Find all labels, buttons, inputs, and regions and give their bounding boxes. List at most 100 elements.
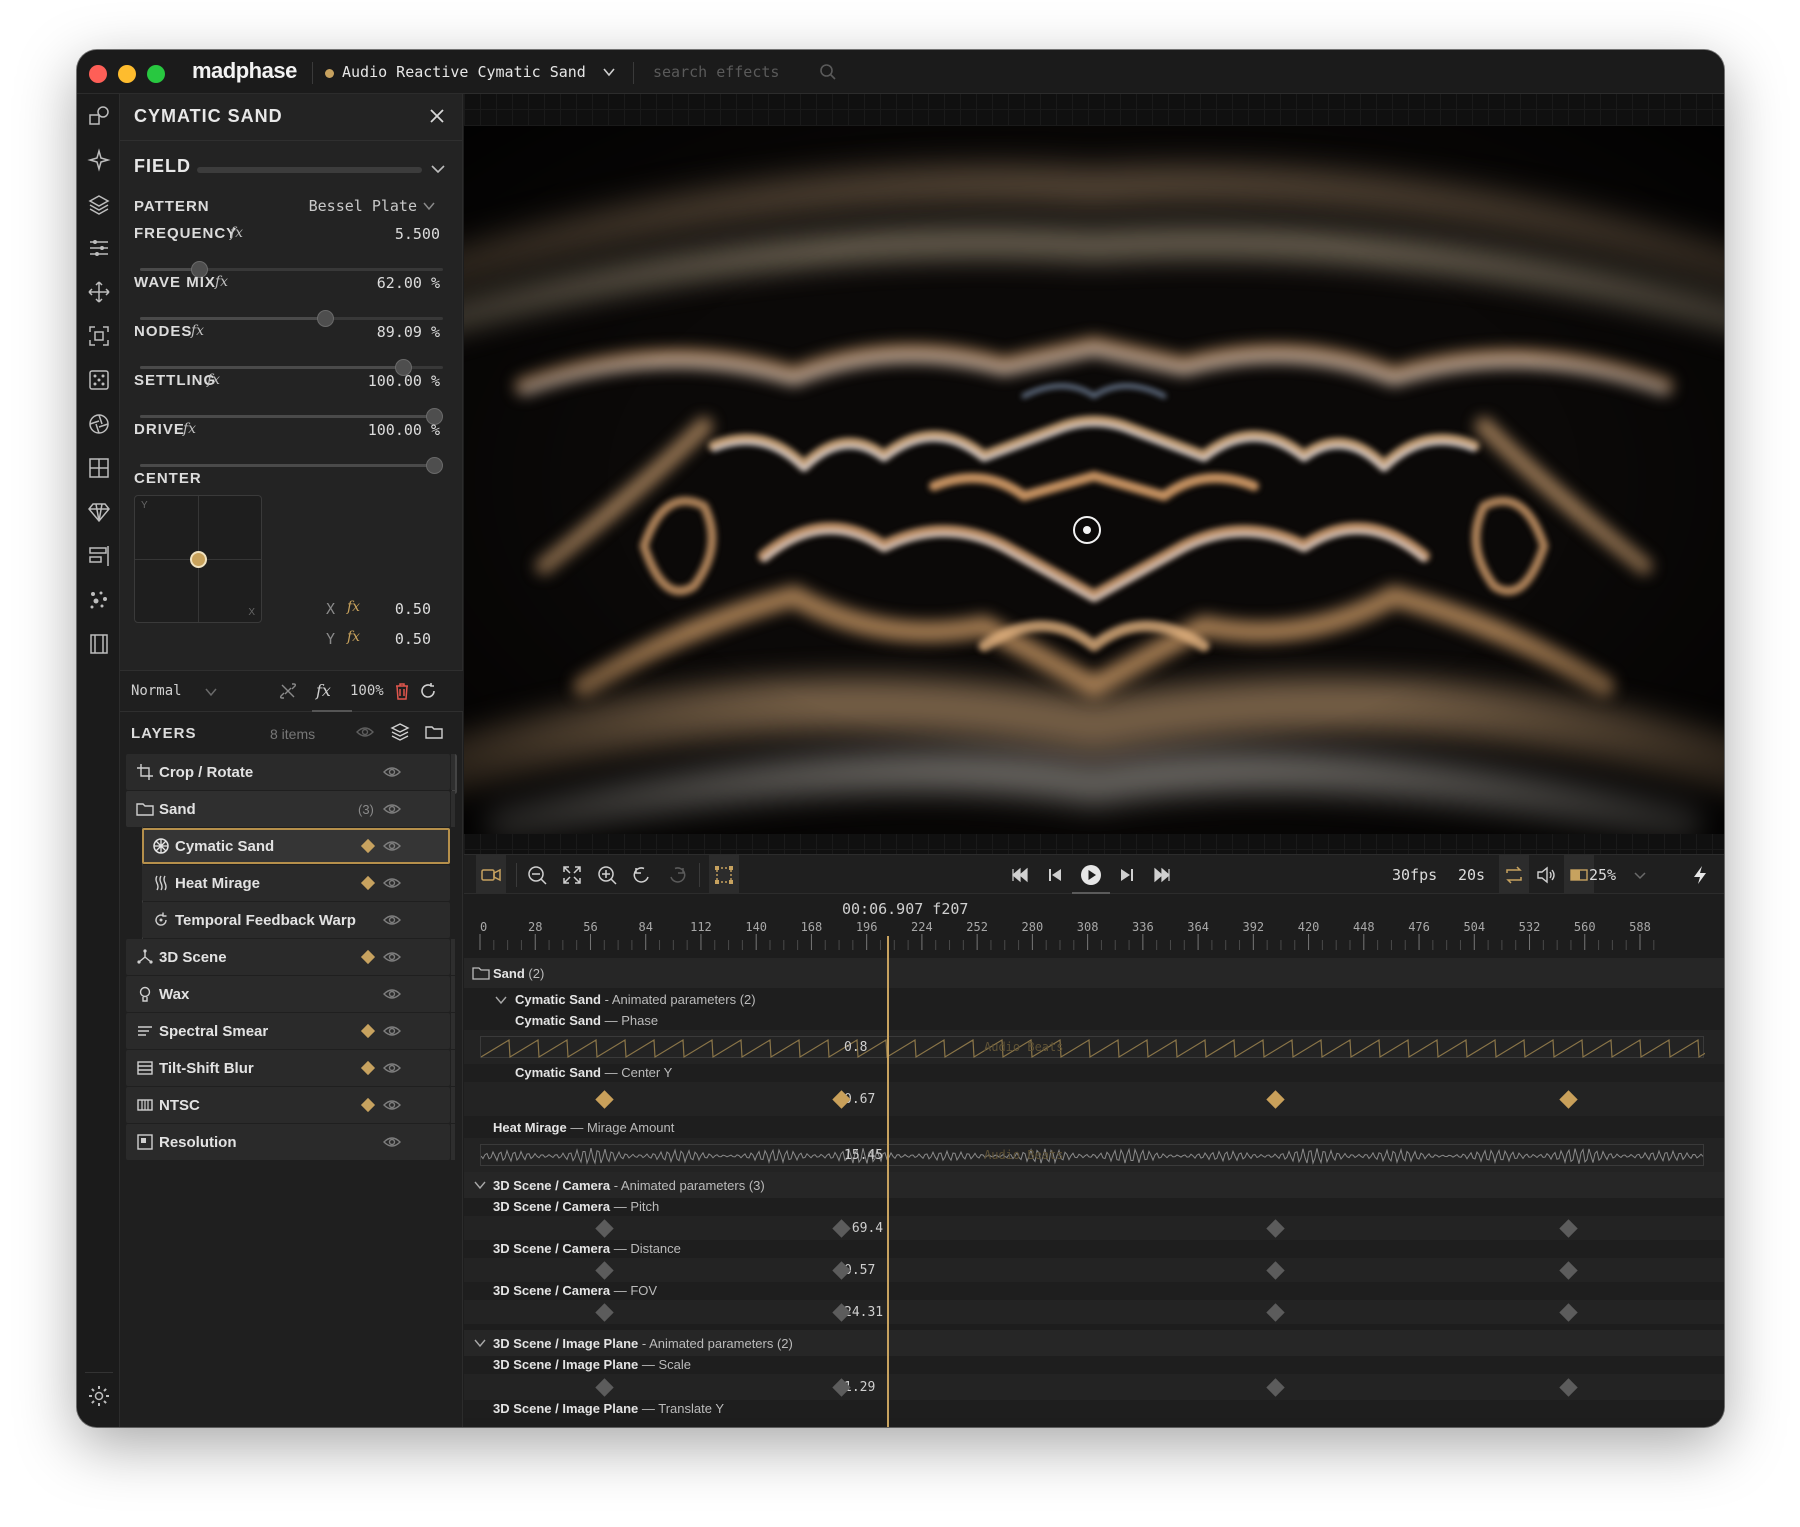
keyframe-diamond[interactable] xyxy=(1559,1302,1579,1322)
slider-knob[interactable] xyxy=(317,310,335,327)
sparkle-icon[interactable] xyxy=(87,148,111,172)
track-subgroup-cymatic[interactable]: Cymatic Sand - Animated parameters (2) xyxy=(464,988,1724,1012)
layer-wax[interactable]: Wax xyxy=(126,976,455,1012)
keyframe-diamond-icon[interactable] xyxy=(360,1060,376,1076)
audio-beats-lane[interactable] xyxy=(480,1036,1724,1059)
eye-icon[interactable] xyxy=(382,948,402,966)
close-window-button[interactable] xyxy=(89,65,107,83)
skip-to-end-icon[interactable] xyxy=(1151,864,1173,886)
track-lane-center-y[interactable]: 0.67 xyxy=(464,1082,1724,1116)
keyframe-diamond[interactable] xyxy=(595,1089,614,1109)
shapes-icon[interactable] xyxy=(87,104,111,128)
transform-box-icon[interactable] xyxy=(713,864,735,886)
center-y-value[interactable]: 0.50 xyxy=(395,630,431,648)
slider-knob[interactable] xyxy=(426,457,443,474)
track-lane-mirage-amount[interactable]: Audio Beats 15.45 xyxy=(464,1138,1724,1172)
keyframe-diamond-icon[interactable] xyxy=(360,875,376,891)
drive-value[interactable]: 100.00 % xyxy=(368,421,440,439)
keyframe-diamond[interactable] xyxy=(1265,1260,1285,1280)
track-lane-phase[interactable]: Audio Beats 0.8 xyxy=(464,1030,1724,1064)
skip-to-start-icon[interactable] xyxy=(1009,864,1031,886)
settling-value[interactable]: 100.00 % xyxy=(368,372,440,390)
layer-tilt-shift-blur[interactable]: Tilt-Shift Blur xyxy=(126,1050,455,1086)
eye-icon[interactable] xyxy=(382,837,402,855)
track-group-sand[interactable]: Sand (2) xyxy=(464,958,1724,988)
track-lane-distance[interactable]: 0.57 xyxy=(464,1258,1724,1282)
center-x-value[interactable]: 0.50 xyxy=(395,600,431,618)
fx-icon[interactable]: fx xyxy=(191,323,204,339)
layers-add-icon[interactable] xyxy=(390,722,410,742)
fx-icon[interactable]: fx xyxy=(347,599,360,615)
zoom-window-button[interactable] xyxy=(147,65,165,83)
drive-slider[interactable] xyxy=(140,457,443,474)
center-target-handle[interactable] xyxy=(1073,516,1101,544)
eye-icon[interactable] xyxy=(382,874,402,892)
search-effects-input[interactable] xyxy=(653,58,843,86)
chevron-down-icon[interactable] xyxy=(203,684,219,700)
layer-cymatic-sand[interactable]: Cymatic Sand xyxy=(142,828,450,864)
fx-icon[interactable]: fx xyxy=(347,629,360,645)
chevron-down-icon[interactable] xyxy=(472,1177,488,1193)
align-icon[interactable] xyxy=(87,544,111,568)
track-group-camera[interactable]: 3D Scene / Camera - Animated parameters … xyxy=(464,1172,1724,1198)
film-icon[interactable] xyxy=(87,632,111,656)
track-lane-fov[interactable]: 24.31 xyxy=(464,1300,1724,1324)
preview-viewport[interactable] xyxy=(464,94,1724,854)
particles-icon[interactable] xyxy=(87,588,111,612)
unlink-icon[interactable] xyxy=(278,681,298,701)
keyframe-diamond[interactable] xyxy=(1559,1218,1579,1238)
chevron-down-icon[interactable] xyxy=(429,160,447,178)
reset-icon[interactable] xyxy=(418,681,438,701)
settings-gear-icon[interactable] xyxy=(87,1384,111,1408)
chevron-down-icon[interactable] xyxy=(472,1335,488,1351)
eye-icon[interactable] xyxy=(382,1059,402,1077)
move-icon[interactable] xyxy=(87,280,111,304)
eye-icon[interactable] xyxy=(382,800,402,818)
frequency-value[interactable]: 5.500 xyxy=(395,225,440,243)
resolution-toggle-icon[interactable] xyxy=(1568,864,1590,886)
keyframe-diamond[interactable] xyxy=(1559,1377,1579,1397)
keyframe-diamond[interactable] xyxy=(1559,1260,1579,1280)
track-lane-scale[interactable]: 1.29 xyxy=(464,1374,1724,1400)
undo-icon[interactable] xyxy=(631,864,653,886)
chevron-down-icon[interactable] xyxy=(1629,864,1651,886)
eye-icon[interactable] xyxy=(355,722,375,742)
layer-spectral-smear[interactable]: Spectral Smear xyxy=(126,1013,455,1049)
step-forward-icon[interactable] xyxy=(1116,864,1138,886)
playhead[interactable] xyxy=(887,936,890,1427)
keyframe-diamond[interactable] xyxy=(595,1218,614,1238)
pattern-select[interactable]: Bessel Plate xyxy=(309,197,417,215)
fit-screen-icon[interactable] xyxy=(561,864,583,886)
fx-icon[interactable]: fx xyxy=(230,225,243,241)
layer-temporal-feedback-warp[interactable]: Temporal Feedback Warp xyxy=(142,902,450,938)
duration-select[interactable]: 20s xyxy=(1458,866,1485,884)
step-back-icon[interactable] xyxy=(1044,864,1066,886)
fx-icon[interactable]: fx xyxy=(183,421,196,437)
keyframe-diamond[interactable] xyxy=(1265,1377,1285,1397)
zoom-out-icon[interactable] xyxy=(526,864,548,886)
folder-add-icon[interactable] xyxy=(424,722,444,742)
aperture-icon[interactable] xyxy=(87,412,111,436)
layer-crop-rotate[interactable]: Crop / Rotate xyxy=(126,754,455,790)
layer-group-sand[interactable]: Sand (3) xyxy=(126,791,455,827)
keyframe-diamond-icon[interactable] xyxy=(360,1097,376,1113)
layers-stack-icon[interactable] xyxy=(87,192,111,216)
keyframe-diamond-icon[interactable] xyxy=(360,838,376,854)
trash-icon[interactable] xyxy=(392,681,412,701)
keyframe-diamond[interactable] xyxy=(1559,1089,1579,1109)
fps-select[interactable]: 30fps xyxy=(1392,866,1437,884)
layer-heat-mirage[interactable]: Heat Mirage xyxy=(142,865,450,901)
blend-mode-select[interactable]: Normal xyxy=(131,683,182,699)
sliders-icon[interactable] xyxy=(87,236,111,260)
eye-icon[interactable] xyxy=(382,1133,402,1151)
keyframe-diamond[interactable] xyxy=(595,1260,614,1280)
keyframe-diamond[interactable] xyxy=(1265,1302,1285,1322)
center-handle[interactable] xyxy=(190,551,207,568)
chevron-down-icon[interactable] xyxy=(493,992,509,1008)
settling-slider[interactable] xyxy=(140,408,443,425)
eye-icon[interactable] xyxy=(382,1096,402,1114)
gem-icon[interactable] xyxy=(87,500,111,524)
loop-icon[interactable] xyxy=(1503,864,1525,886)
wave-mix-value[interactable]: 62.00 % xyxy=(377,274,440,292)
track-lane-pitch[interactable]: -69.4 xyxy=(464,1216,1724,1240)
